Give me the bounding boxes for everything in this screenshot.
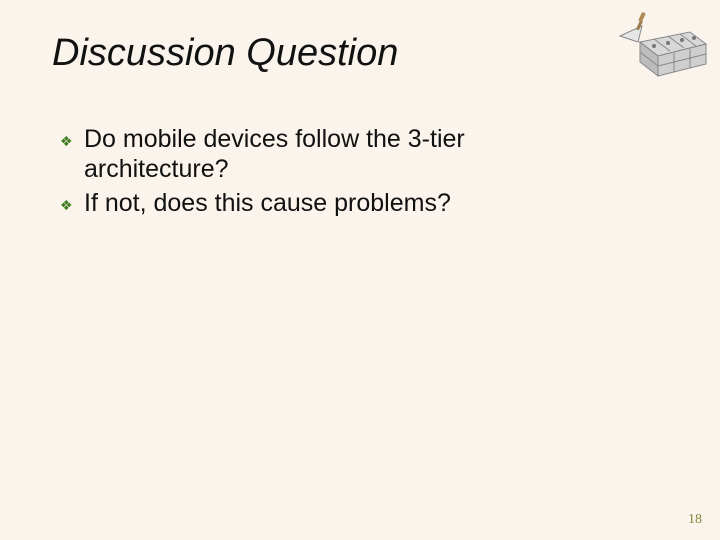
bullet-text: If not, does this cause problems? [84,188,451,218]
bullet-icon: ❖ [60,188,84,220]
list-item: ❖ Do mobile devices follow the 3-tier ar… [60,124,580,184]
bullet-text: Do mobile devices follow the 3-tier arch… [84,124,580,184]
bullet-icon: ❖ [60,124,84,156]
page-number: 18 [688,512,702,528]
slide-title: Discussion Question [52,32,398,75]
bricks-trowel-icon [614,6,710,82]
bullet-list: ❖ Do mobile devices follow the 3-tier ar… [60,124,580,224]
list-item: ❖ If not, does this cause problems? [60,188,580,220]
